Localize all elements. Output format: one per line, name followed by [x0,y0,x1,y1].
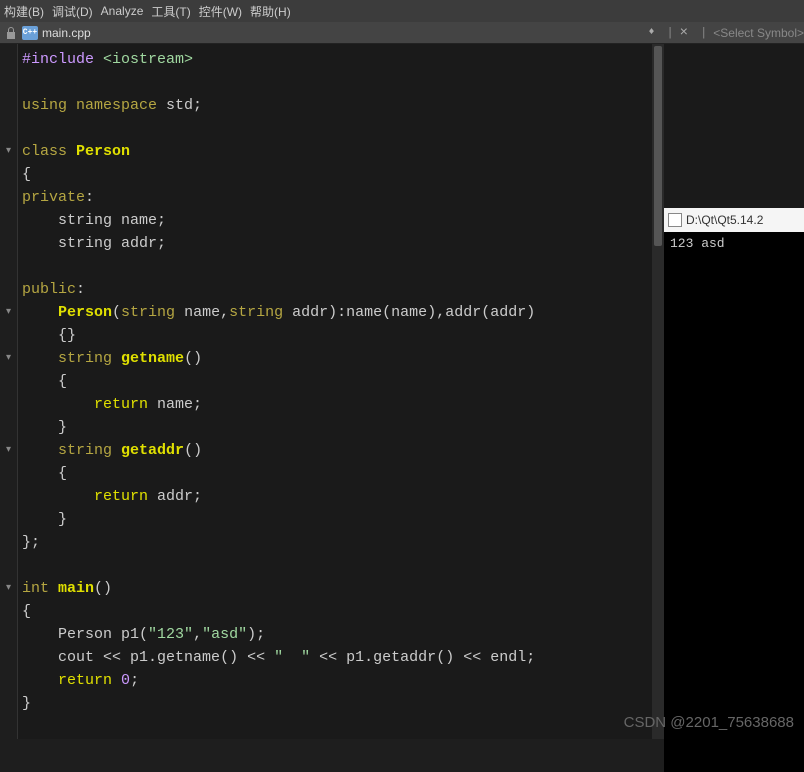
console-output: 123 asd [664,232,804,772]
fold-marker [0,416,17,439]
fold-marker [0,94,17,117]
fold-gutter[interactable]: ▾ ▾ ▾ ▾ ▾ [0,44,18,739]
fold-marker[interactable]: ▾ [0,140,17,163]
cpp-file-icon: C++ [22,26,38,40]
editor-area: ▾ ▾ ▾ ▾ ▾ #include <iostream> using namespac… [0,44,804,739]
close-icon[interactable]: × [680,25,688,41]
tabbar: C++ main.cpp ♦ | × | <Select Symbol> [0,22,804,44]
tab-separator: | [666,26,673,40]
console-app-icon [668,213,682,227]
fold-marker [0,393,17,416]
fold-marker[interactable]: ▾ [0,577,17,600]
menubar: 构建(B) 调试(D) Analyze 工具(T) 控件(W) 帮助(H) [0,0,804,22]
fold-marker [0,186,17,209]
fold-marker [0,370,17,393]
fold-marker [0,462,17,485]
menu-widgets[interactable]: 控件(W) [199,3,242,20]
code-line[interactable]: private: [22,186,800,209]
menu-debug[interactable]: 调试(D) [52,3,93,20]
menu-tools[interactable]: 工具(T) [151,3,190,20]
console-title-text: D:\Qt\Qt5.14.2 [686,213,763,227]
fold-marker [0,209,17,232]
fold-marker [0,255,17,278]
fold-marker [0,71,17,94]
menu-analyze[interactable]: Analyze [101,4,144,18]
menu-help[interactable]: 帮助(H) [250,3,291,20]
watermark: CSDN @2201_75638688 [624,714,794,731]
scrollbar-thumb[interactable] [654,46,662,246]
fold-marker [0,324,17,347]
fold-marker [0,646,17,669]
fold-marker [0,163,17,186]
menu-build[interactable]: 构建(B) [4,3,44,20]
code-line[interactable]: class Person [22,140,800,163]
fold-marker [0,600,17,623]
fold-marker [0,692,17,715]
console-window: D:\Qt\Qt5.14.2 123 asd [664,208,804,772]
symbol-selector[interactable]: <Select Symbol> [713,26,804,40]
tab-filename[interactable]: main.cpp [42,26,91,40]
fold-marker [0,623,17,646]
fold-marker [0,669,17,692]
code-line[interactable] [22,117,800,140]
fold-marker [0,48,17,71]
fold-marker [0,485,17,508]
lock-icon [4,26,18,40]
fold-marker [0,554,17,577]
fold-marker [0,232,17,255]
code-line[interactable]: { [22,163,800,186]
fold-marker[interactable]: ▾ [0,439,17,462]
tab-dropdown-icon[interactable]: ♦ [648,27,654,38]
code-line[interactable] [22,71,800,94]
fold-marker [0,531,17,554]
code-line[interactable]: using namespace std; [22,94,800,117]
fold-marker [0,508,17,531]
vertical-scrollbar[interactable] [652,44,664,739]
fold-marker [0,117,17,140]
fold-marker [0,278,17,301]
fold-marker[interactable]: ▾ [0,347,17,370]
console-titlebar[interactable]: D:\Qt\Qt5.14.2 [664,208,804,232]
code-line[interactable]: #include <iostream> [22,48,800,71]
fold-marker[interactable]: ▾ [0,301,17,324]
tab-separator-2: | [700,26,707,40]
